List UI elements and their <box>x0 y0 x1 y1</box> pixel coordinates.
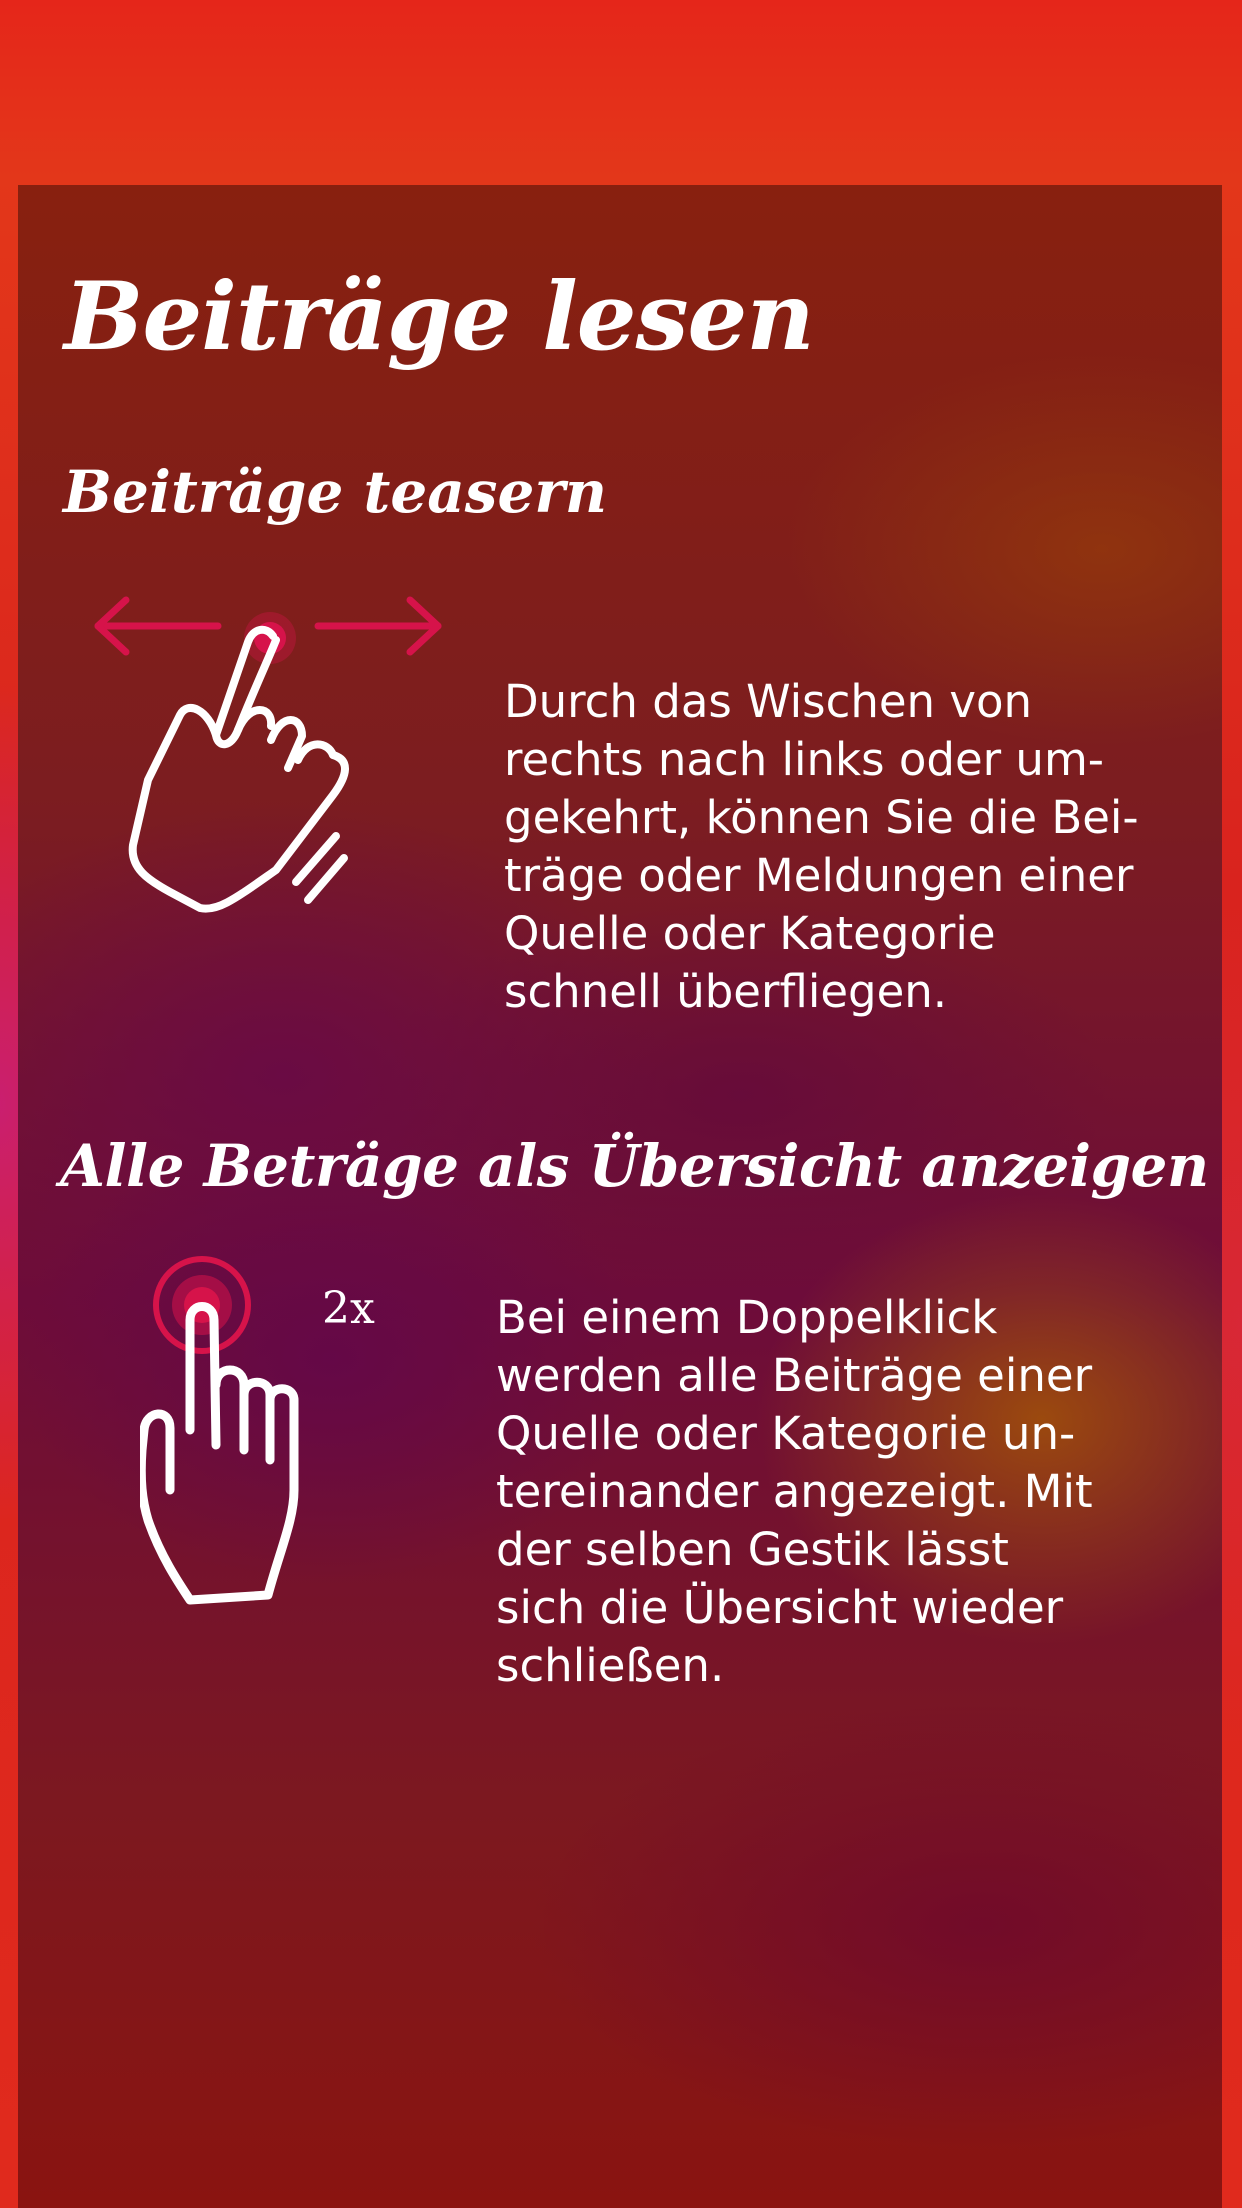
overview-line: werden alle Beiträge einer <box>496 1349 1093 1402</box>
overview-line: der selben Gestik lässt <box>496 1523 1009 1576</box>
teaser-line: Quelle oder Kategorie <box>504 907 996 960</box>
teaser-description: Durch das Wischen von rechts nach links … <box>504 673 1194 1021</box>
teaser-line: rechts nach links oder um- <box>504 733 1105 786</box>
overview-line: tereinander angezeigt. Mit <box>496 1465 1093 1518</box>
section-heading-overview: Alle Beträge als Übersicht anzeigen <box>60 1132 1209 1200</box>
swipe-hand-icon <box>94 596 442 913</box>
teaser-line: Durch das Wischen von <box>504 675 1033 728</box>
overview-line: sich die Übersicht wieder <box>496 1581 1064 1634</box>
page-title: Beiträge lesen <box>64 262 815 372</box>
teaser-line: träge oder Meldungen einer <box>504 849 1134 902</box>
overview-line: schließen. <box>496 1639 725 1692</box>
overview-line: Bei einem Doppelklick <box>496 1291 998 1344</box>
overview-line: Quelle oder Kategorie un- <box>496 1407 1076 1460</box>
section-heading-teaser: Beiträge teasern <box>63 458 608 526</box>
teaser-line: schnell überfliegen. <box>504 965 948 1018</box>
tap-count-label: 2x <box>322 1283 375 1334</box>
overview-description: Bei einem Doppelklick werden alle Beiträ… <box>496 1289 1196 1695</box>
teaser-line: gekehrt, können Sie die Bei- <box>504 791 1139 844</box>
